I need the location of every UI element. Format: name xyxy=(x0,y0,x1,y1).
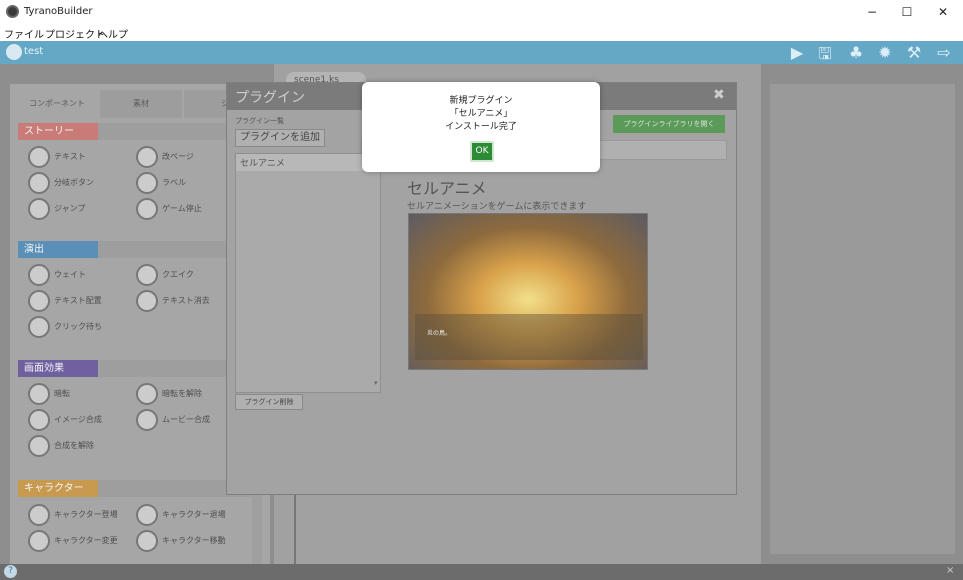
minimize-button[interactable]: − xyxy=(854,2,890,22)
character-icon xyxy=(136,504,158,526)
comp-wait[interactable]: ウェイト xyxy=(28,264,86,286)
install-complete-popup: 新規プラグイン 「セルアニメ」 インストール完了 OK xyxy=(362,82,600,172)
menu-help[interactable]: ヘルプ xyxy=(98,26,128,41)
movie-icon xyxy=(136,409,158,431)
character-icon xyxy=(28,530,50,552)
plugin-list-label: プラグイン一覧 xyxy=(235,117,284,125)
comp-text-position[interactable]: テキスト配置 xyxy=(28,290,102,312)
stop-icon xyxy=(136,198,158,220)
close-button[interactable]: ✕ xyxy=(925,2,961,22)
preview-panel xyxy=(770,84,955,554)
image-icon xyxy=(28,409,50,431)
comp-char-exit[interactable]: キャラクター退場 xyxy=(136,504,226,526)
pause-icon xyxy=(28,316,50,338)
app-logo-icon xyxy=(6,5,19,18)
menu-bar: ファイル プロジェクト ヘルプ xyxy=(0,24,963,41)
add-plugin-button[interactable]: プラグインを追加 xyxy=(235,129,325,147)
delete-plugin-button[interactable]: プラグイン削除 xyxy=(235,394,303,410)
help-icon[interactable]: ? xyxy=(4,565,17,578)
users-gear-icon[interactable]: ♣ xyxy=(846,43,866,62)
section-screen-header[interactable]: 画面効果 xyxy=(18,360,98,377)
comp-branch-button[interactable]: 分岐ボタン xyxy=(28,172,94,194)
popup-line2: 「セルアニメ」 xyxy=(449,109,513,119)
dialog-title: プラグイン xyxy=(235,90,305,106)
plugin-library-button[interactable]: プラグインライブラリを開く xyxy=(613,115,725,133)
wait-icon xyxy=(28,264,50,286)
comp-blackout[interactable]: 暗転 xyxy=(28,383,70,405)
maximize-button[interactable]: ☐ xyxy=(889,2,925,22)
comp-movie-composite[interactable]: ムービー合成 xyxy=(136,409,210,431)
project-icon xyxy=(6,44,22,60)
list-scroll-down-icon[interactable]: ▾ xyxy=(374,379,378,387)
composite-clear-icon xyxy=(28,435,50,457)
comp-game-stop[interactable]: ゲーム停止 xyxy=(136,198,202,220)
section-story-header[interactable]: ストーリー xyxy=(18,123,98,140)
comp-char-enter[interactable]: キャラクター登場 xyxy=(28,504,118,526)
text-clear-icon xyxy=(136,290,158,312)
toolbar: test ▶ 🖫 ♣ ✹ ⚒ ⇨ xyxy=(0,41,963,64)
menu-project[interactable]: プロジェクト xyxy=(45,26,105,41)
hammer-icon[interactable]: ⚒ xyxy=(904,43,924,62)
play-icon[interactable]: ▶ xyxy=(787,43,807,62)
text-position-icon xyxy=(28,290,50,312)
section-character-header[interactable]: キャラクター xyxy=(18,480,98,497)
comp-blackout-clear[interactable]: 暗転を解除 xyxy=(136,383,202,405)
plugin-preview-image: 炎の鳥。 xyxy=(408,213,648,370)
preview-message-box: 炎の鳥。 xyxy=(415,314,643,360)
plugin-name: セルアニメ xyxy=(407,179,487,198)
branch-icon xyxy=(28,172,50,194)
character-icon xyxy=(28,504,50,526)
comp-click-wait[interactable]: クリック待ち xyxy=(28,316,102,338)
project-name: test xyxy=(24,46,44,57)
plugin-list[interactable]: セルアニメ xyxy=(235,153,381,393)
status-close-icon[interactable]: × xyxy=(946,565,954,576)
jump-icon xyxy=(28,198,50,220)
character-icon xyxy=(136,530,158,552)
window-title: TyranoBuilder xyxy=(24,6,93,17)
export-icon[interactable]: ⇨ xyxy=(934,43,954,62)
blackout-icon xyxy=(28,383,50,405)
comp-image-composite[interactable]: イメージ合成 xyxy=(28,409,102,431)
text-icon xyxy=(28,146,50,168)
status-bar: ? × xyxy=(0,564,963,580)
popup-line3: インストール完了 xyxy=(445,122,517,132)
preview-caption: 炎の鳥。 xyxy=(427,330,452,337)
plugin-list-item[interactable]: セルアニメ xyxy=(236,154,380,171)
dialog-close-icon[interactable]: ✖ xyxy=(713,87,729,103)
menu-file[interactable]: ファイル xyxy=(4,26,44,41)
comp-char-change[interactable]: キャラクター変更 xyxy=(28,530,118,552)
comp-char-move[interactable]: キャラクター移動 xyxy=(136,530,226,552)
comp-label[interactable]: ラベル xyxy=(136,172,186,194)
comp-jump[interactable]: ジャンプ xyxy=(28,198,85,220)
comp-text[interactable]: テキスト xyxy=(28,146,86,168)
page-break-icon xyxy=(136,146,158,168)
tab-components[interactable]: コンポーネント xyxy=(16,90,98,118)
ok-button[interactable]: OK xyxy=(470,141,494,162)
blackout-clear-icon xyxy=(136,383,158,405)
flag-icon xyxy=(136,172,158,194)
popup-line1: 新規プラグイン xyxy=(449,96,513,106)
comp-quake[interactable]: クエイク xyxy=(136,264,194,286)
tab-assets[interactable]: 素材 xyxy=(100,90,182,118)
title-bar: TyranoBuilder − ☐ ✕ xyxy=(0,0,963,24)
comp-text-clear[interactable]: テキスト消去 xyxy=(136,290,210,312)
comp-page-break[interactable]: 改ページ xyxy=(136,146,194,168)
quake-icon xyxy=(136,264,158,286)
plugin-description: セルアニメーションをゲームに表示できます xyxy=(407,202,587,212)
gear-icon[interactable]: ✹ xyxy=(875,43,895,62)
comp-composite-clear[interactable]: 合成を解除 xyxy=(28,435,94,457)
section-effects-header[interactable]: 演出 xyxy=(18,241,98,258)
